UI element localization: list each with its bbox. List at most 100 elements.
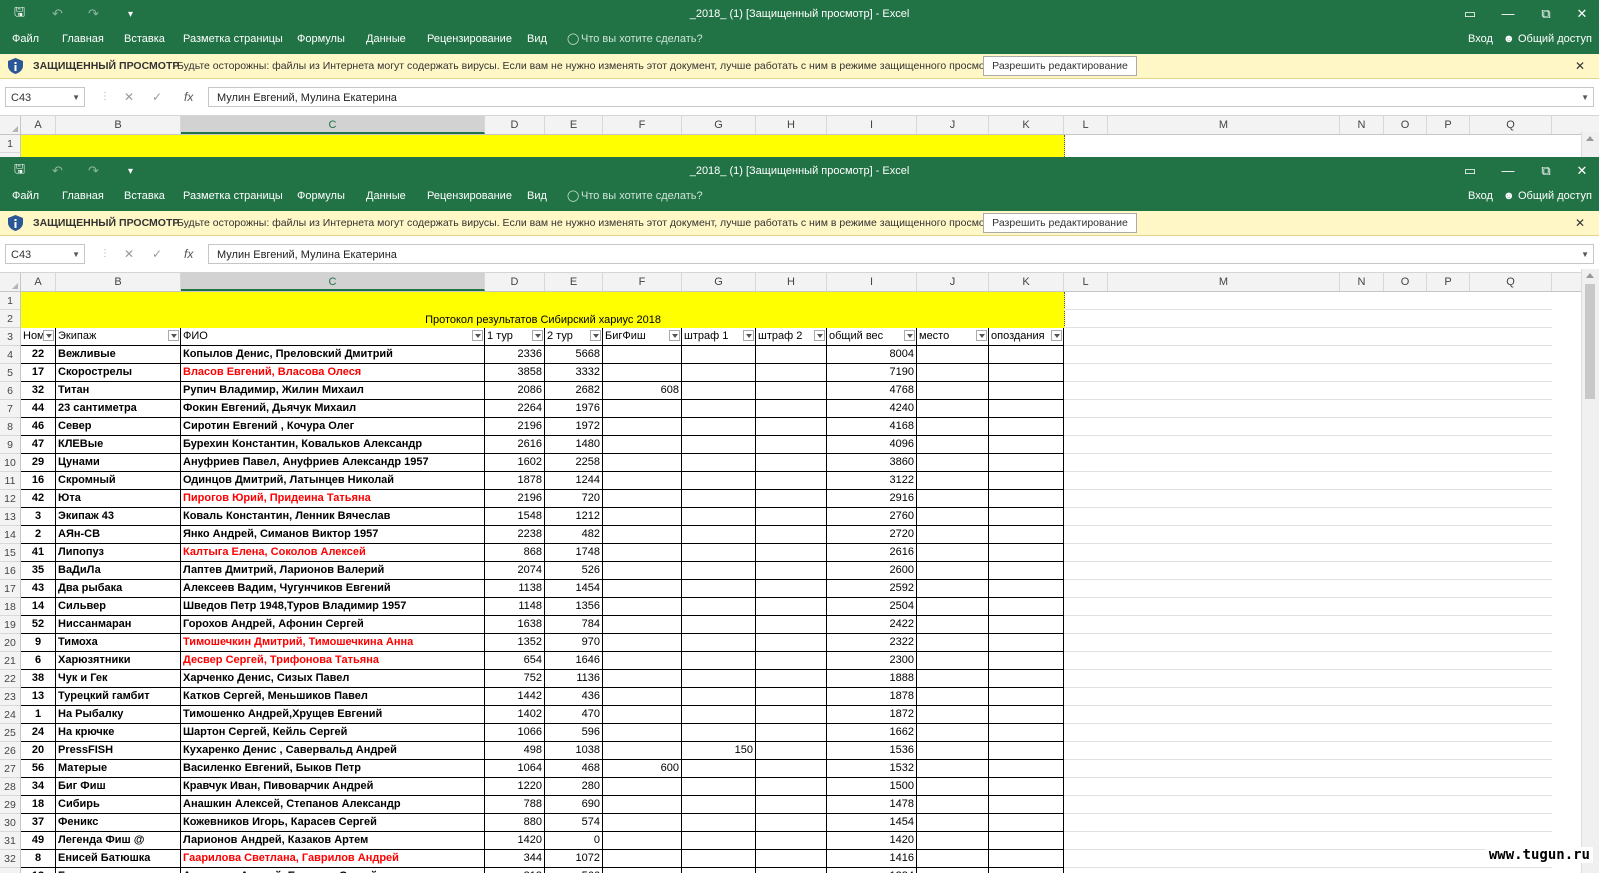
row-number[interactable]: 30 xyxy=(0,814,21,832)
row-number[interactable]: 29 xyxy=(0,796,21,814)
table-cell[interactable] xyxy=(603,526,682,544)
table-cell[interactable]: 1066 xyxy=(485,724,545,742)
name-box[interactable]: C43 ▼ xyxy=(5,244,85,264)
table-cell[interactable] xyxy=(917,346,989,364)
table-cell[interactable] xyxy=(756,868,827,873)
table-cell[interactable] xyxy=(989,544,1064,562)
header-cell[interactable]: штраф 2 xyxy=(756,328,827,346)
column-header-k[interactable]: K xyxy=(989,273,1064,291)
column-header-i[interactable]: I xyxy=(827,273,917,291)
table-cell[interactable] xyxy=(756,778,827,796)
table-cell[interactable]: Калтыга Елена, Соколов Алексей xyxy=(181,544,485,562)
table-cell[interactable]: 2760 xyxy=(827,508,917,526)
table-cell[interactable]: На Рыбалку xyxy=(56,706,181,724)
table-cell[interactable]: 2682 xyxy=(545,382,603,400)
table-cell[interactable]: 574 xyxy=(545,814,603,832)
table-cell[interactable] xyxy=(917,616,989,634)
row-number[interactable]: 19 xyxy=(0,616,21,634)
tab-file[interactable]: Файл xyxy=(12,28,39,50)
table-cell[interactable]: Василенко Евгений, Быков Петр xyxy=(181,760,485,778)
table-cell[interactable] xyxy=(917,742,989,760)
table-cell[interactable]: 150 xyxy=(682,742,756,760)
table-cell[interactable]: 42 xyxy=(21,490,56,508)
table-cell[interactable] xyxy=(756,706,827,724)
table-cell[interactable]: Шартон Сергей, Кейль Сергей xyxy=(181,724,485,742)
column-header-g[interactable]: G xyxy=(682,273,756,291)
table-cell[interactable] xyxy=(917,472,989,490)
row-number[interactable]: 15 xyxy=(0,544,21,562)
table-cell[interactable]: 526 xyxy=(545,562,603,580)
close-bar-icon[interactable]: ✕ xyxy=(1575,211,1585,235)
table-cell[interactable]: Янко Андрей, Симанов Виктор 1957 xyxy=(181,526,485,544)
table-cell[interactable] xyxy=(603,490,682,508)
enable-editing-button[interactable]: Разрешить редактирование xyxy=(983,213,1137,233)
table-cell[interactable] xyxy=(756,598,827,616)
tab-formulas[interactable]: Формулы xyxy=(297,185,345,207)
scroll-up-icon[interactable] xyxy=(1586,136,1594,141)
table-cell[interactable]: Власов Евгений, Власова Олеся xyxy=(181,364,485,382)
row-number[interactable]: 10 xyxy=(0,454,21,472)
formula-input[interactable]: Мулин Евгений, Мулина Екатерина ▼ xyxy=(208,244,1594,264)
table-cell[interactable] xyxy=(756,796,827,814)
table-cell[interactable] xyxy=(917,382,989,400)
table-cell[interactable] xyxy=(603,670,682,688)
table-cell[interactable]: 3860 xyxy=(827,454,917,472)
column-header-e[interactable]: E xyxy=(545,116,603,134)
table-cell[interactable] xyxy=(989,454,1064,472)
table-cell[interactable] xyxy=(682,778,756,796)
table-cell[interactable]: 2322 xyxy=(827,634,917,652)
row-number[interactable]: 21 xyxy=(0,652,21,670)
table-cell[interactable]: 1480 xyxy=(545,436,603,454)
close-bar-icon[interactable]: ✕ xyxy=(1575,54,1585,78)
table-cell[interactable]: 7190 xyxy=(827,364,917,382)
table-cell[interactable]: Север xyxy=(56,418,181,436)
table-cell[interactable]: Енисей Батюшка xyxy=(56,850,181,868)
table-cell[interactable] xyxy=(989,382,1064,400)
table-cell[interactable]: 970 xyxy=(545,634,603,652)
table-cell[interactable] xyxy=(917,832,989,850)
insert-function-icon[interactable]: fx xyxy=(184,87,193,107)
table-cell[interactable] xyxy=(682,580,756,598)
table-cell[interactable]: 482 xyxy=(545,526,603,544)
table-cell[interactable] xyxy=(756,850,827,868)
column-header-d[interactable]: D xyxy=(485,273,545,291)
row-number[interactable]: 3 xyxy=(0,328,21,346)
table-cell[interactable] xyxy=(603,418,682,436)
table-cell[interactable] xyxy=(989,436,1064,454)
table-cell[interactable] xyxy=(756,616,827,634)
table-cell[interactable]: 1138 xyxy=(485,580,545,598)
table-cell[interactable]: Два рыбака xyxy=(56,580,181,598)
table-cell[interactable] xyxy=(756,814,827,832)
table-cell[interactable]: 720 xyxy=(545,490,603,508)
table-cell[interactable]: Титан xyxy=(56,382,181,400)
table-cell[interactable]: 752 xyxy=(485,670,545,688)
table-cell[interactable]: 49 xyxy=(21,832,56,850)
column-header-f[interactable]: F xyxy=(603,116,682,134)
tab-review[interactable]: Рецензирование xyxy=(427,28,512,50)
table-cell[interactable]: 38 xyxy=(21,670,56,688)
table-cell[interactable]: Сильвер xyxy=(56,598,181,616)
row-number[interactable]: 8 xyxy=(0,418,21,436)
table-cell[interactable] xyxy=(603,850,682,868)
table-cell[interactable] xyxy=(917,400,989,418)
table-cell[interactable]: 2300 xyxy=(827,652,917,670)
row-number[interactable]: 7 xyxy=(0,400,21,418)
table-cell[interactable]: Рупич Владимир, Жилин Михаил xyxy=(181,382,485,400)
row-number[interactable]: 18 xyxy=(0,598,21,616)
table-cell[interactable]: Антушкин Андрей, Ершаков Сергей xyxy=(181,868,485,873)
table-cell[interactable]: 468 xyxy=(545,760,603,778)
table-cell[interactable] xyxy=(603,400,682,418)
table-cell[interactable] xyxy=(682,526,756,544)
table-cell[interactable]: Алексеев Вадим, Чугунчиков Евгений xyxy=(181,580,485,598)
enter-icon[interactable]: ✓ xyxy=(152,244,162,264)
table-cell[interactable] xyxy=(682,598,756,616)
table-cell[interactable] xyxy=(989,652,1064,670)
table-cell[interactable]: 22 xyxy=(21,346,56,364)
table-cell[interactable]: 17 xyxy=(21,364,56,382)
table-cell[interactable] xyxy=(682,418,756,436)
table-cell[interactable]: 47 xyxy=(21,436,56,454)
table-cell[interactable] xyxy=(603,706,682,724)
cancel-icon[interactable]: ✕ xyxy=(124,244,134,264)
header-cell[interactable]: ФИО xyxy=(181,328,485,346)
table-cell[interactable] xyxy=(917,796,989,814)
